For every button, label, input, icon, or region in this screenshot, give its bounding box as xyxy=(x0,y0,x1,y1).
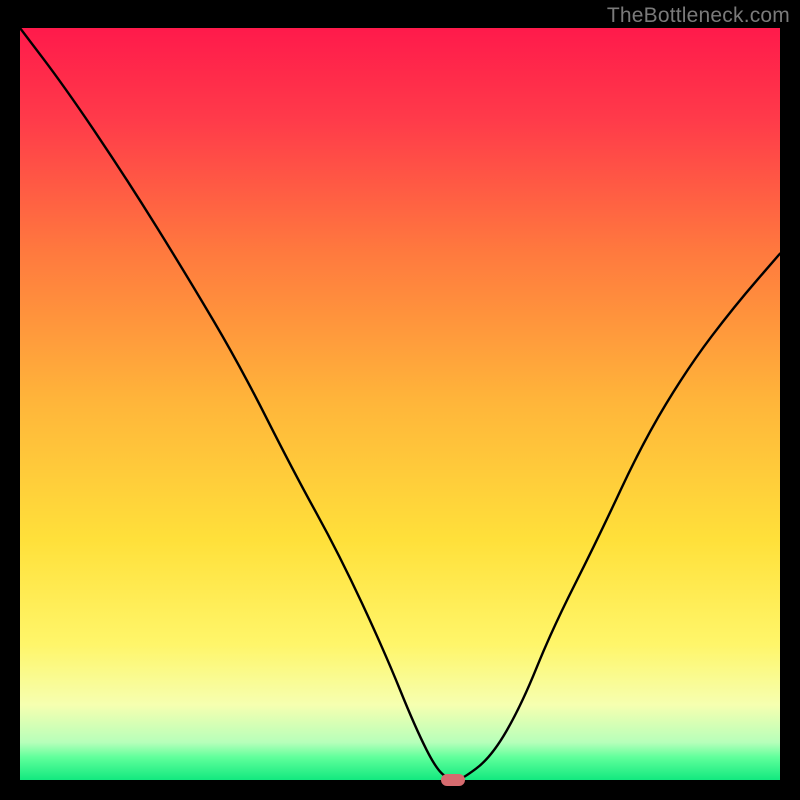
chart-frame: TheBottleneck.com xyxy=(0,0,800,800)
optimum-marker xyxy=(441,774,465,786)
watermark-text: TheBottleneck.com xyxy=(607,4,790,28)
bottleneck-curve xyxy=(20,28,780,780)
plot-area xyxy=(20,28,780,780)
